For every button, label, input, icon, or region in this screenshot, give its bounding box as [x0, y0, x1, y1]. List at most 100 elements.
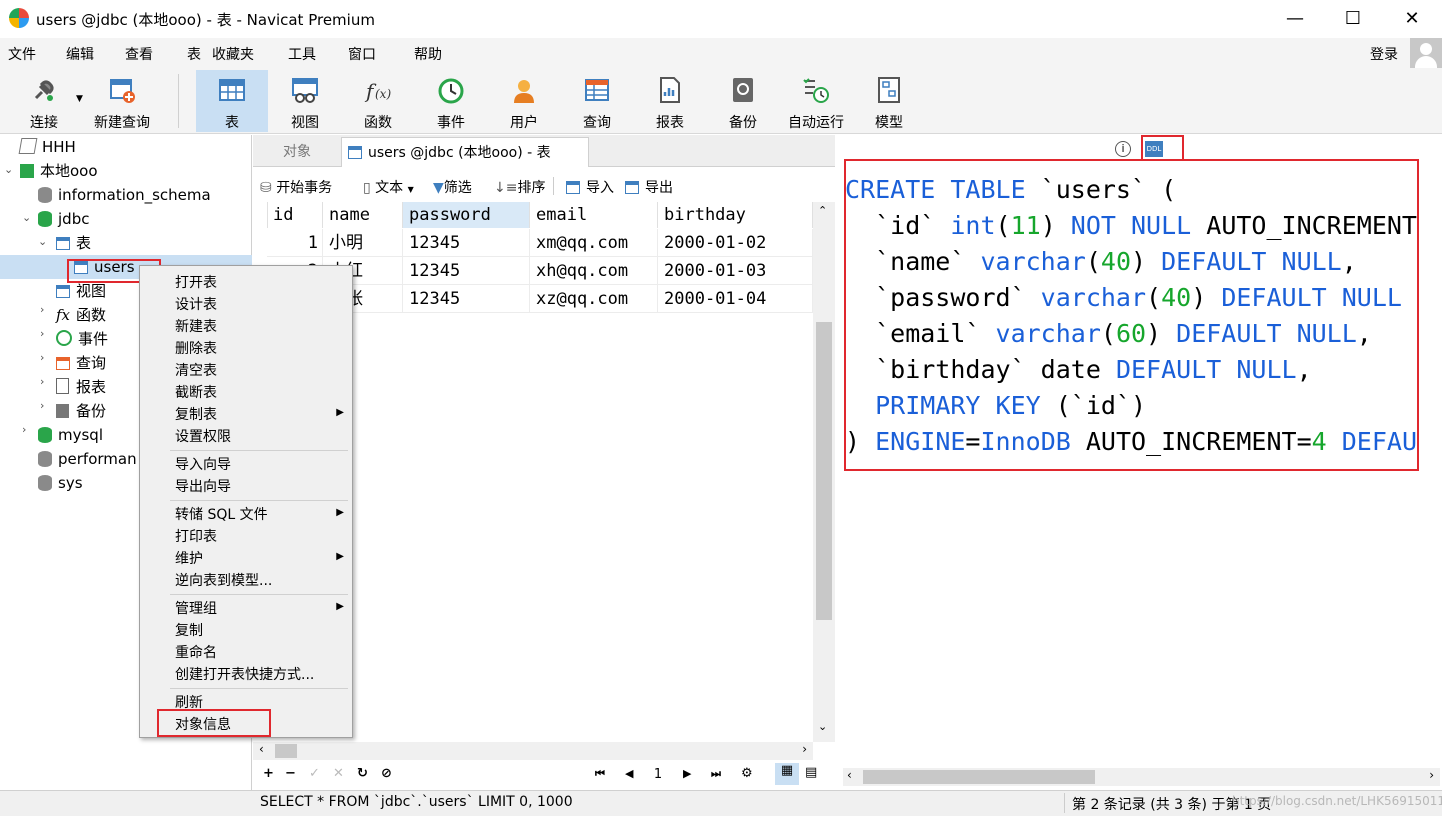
scroll-down-icon[interactable]: ⌄: [818, 720, 827, 733]
grid-view-icon[interactable]: ▦: [775, 763, 799, 785]
scroll-thumb[interactable]: [275, 744, 297, 758]
ctx-delete-table[interactable]: 删除表: [175, 338, 217, 360]
tab-users-table[interactable]: users @jdbc (本地ooo) - 表: [341, 137, 589, 167]
export-button[interactable]: 导出: [625, 177, 673, 197]
toolbar-backup-button[interactable]: 备份: [707, 70, 779, 132]
login-link[interactable]: 登录: [1370, 44, 1398, 64]
page-number-input[interactable]: 1: [645, 765, 671, 785]
table-cell[interactable]: xz@qq.com: [530, 285, 658, 313]
column-header-id[interactable]: id: [267, 202, 323, 228]
toolbar-model-button[interactable]: 模型: [853, 70, 925, 132]
toolbar-user-button[interactable]: 用户: [488, 70, 560, 132]
filter-button[interactable]: ▼筛选: [433, 177, 472, 197]
tree-node-local[interactable]: 本地ooo: [20, 159, 98, 183]
collapse-chevron-icon[interactable]: ⌄: [22, 211, 34, 224]
ctx-create-shortcut[interactable]: 创建打开表快捷方式...: [175, 664, 314, 686]
ctx-rename[interactable]: 重命名: [175, 642, 217, 664]
toolbar-automation-button[interactable]: 自动运行: [780, 70, 852, 132]
expand-chevron-icon[interactable]: ›: [40, 327, 52, 340]
scroll-right-icon[interactable]: ›: [802, 742, 807, 756]
ctx-design-table[interactable]: 设计表: [175, 294, 217, 316]
menu-edit[interactable]: 编辑: [66, 44, 94, 64]
toolbar-function-button[interactable]: f (x) 函数: [342, 70, 414, 132]
ctx-duplicate-table[interactable]: 复制表: [175, 404, 217, 426]
connect-dropdown-icon[interactable]: ▼: [76, 94, 83, 104]
ctx-copy[interactable]: 复制: [175, 620, 203, 642]
menu-tools[interactable]: 工具: [288, 44, 316, 64]
tree-node-backups[interactable]: 备份: [56, 399, 106, 423]
tree-node-tables[interactable]: 表: [56, 231, 91, 255]
stop-icon[interactable]: ⊘: [381, 766, 392, 781]
apply-icon[interactable]: ✓: [309, 766, 320, 781]
info-icon[interactable]: i: [1115, 141, 1131, 157]
close-button[interactable]: ✕: [1383, 0, 1441, 38]
table-cell[interactable]: 2000-01-03: [658, 257, 813, 285]
ctx-export-wizard[interactable]: 导出向导: [175, 476, 231, 498]
ctx-new-table[interactable]: 新建表: [175, 316, 217, 338]
menu-favorites[interactable]: 收藏夹: [212, 44, 254, 64]
ctx-maintain[interactable]: 维护: [175, 548, 203, 570]
ctx-print-table[interactable]: 打印表: [175, 526, 217, 548]
maximize-button[interactable]: ☐: [1324, 0, 1382, 38]
column-header-name[interactable]: name: [323, 202, 403, 228]
last-page-icon[interactable]: ⏭: [711, 767, 721, 781]
settings-gear-icon[interactable]: ⚙: [741, 766, 753, 781]
menu-table[interactable]: 表: [187, 44, 201, 64]
begin-transaction-button[interactable]: ⛁ 开始事务: [260, 177, 332, 197]
sort-button[interactable]: ↓≡排序: [494, 177, 545, 197]
expand-chevron-icon[interactable]: ›: [40, 351, 52, 364]
avatar[interactable]: [1410, 38, 1442, 68]
table-cell[interactable]: 1: [267, 229, 323, 257]
first-page-icon[interactable]: ⏮: [595, 767, 605, 781]
connect-button[interactable]: 连接: [8, 70, 80, 132]
expand-chevron-icon[interactable]: ›: [40, 303, 52, 316]
menu-view[interactable]: 查看: [125, 44, 153, 64]
delete-row-icon[interactable]: −: [285, 766, 296, 781]
add-row-icon[interactable]: +: [263, 766, 274, 781]
tab-objects[interactable]: 对象: [253, 137, 341, 167]
table-cell[interactable]: 12345: [403, 229, 530, 257]
tree-node-jdbc[interactable]: jdbc: [38, 207, 89, 231]
table-cell[interactable]: xm@qq.com: [530, 229, 658, 257]
scroll-left-icon[interactable]: ‹: [259, 742, 264, 756]
grid-horizontal-scrollbar[interactable]: ‹ ›: [253, 742, 813, 760]
discard-icon[interactable]: ✕: [333, 766, 344, 781]
column-header-password[interactable]: password: [403, 202, 530, 228]
toolbar-view-button[interactable]: 视图: [269, 70, 341, 132]
table-cell[interactable]: 小明: [323, 229, 403, 257]
toolbar-event-button[interactable]: 事件: [415, 70, 487, 132]
collapse-chevron-icon[interactable]: ⌄: [4, 163, 16, 176]
refresh-icon[interactable]: ↻: [357, 766, 368, 781]
ctx-truncate-table[interactable]: 截断表: [175, 382, 217, 404]
table-cell[interactable]: 12345: [403, 257, 530, 285]
menu-help[interactable]: 帮助: [414, 44, 442, 64]
ctx-set-permissions[interactable]: 设置权限: [175, 426, 231, 448]
tree-node-reports[interactable]: 报表: [56, 375, 106, 399]
prev-page-icon[interactable]: ◀: [625, 767, 633, 780]
expand-chevron-icon[interactable]: ›: [40, 399, 52, 412]
table-cell[interactable]: 2000-01-02: [658, 229, 813, 257]
import-button[interactable]: 导入: [566, 177, 614, 197]
ctx-dump-sql[interactable]: 转储 SQL 文件: [175, 504, 268, 526]
tree-node-sys[interactable]: sys: [38, 471, 83, 495]
tree-node-mysql[interactable]: mysql: [38, 423, 103, 447]
toolbar-report-button[interactable]: 报表: [634, 70, 706, 132]
tree-node-events[interactable]: 事件: [56, 327, 108, 351]
toolbar-table-button[interactable]: 表: [196, 70, 268, 132]
grid-vertical-scrollbar[interactable]: ⌃ ⌄: [813, 202, 835, 742]
tree-node-queries[interactable]: 查询: [56, 351, 106, 375]
tree-node-functions[interactable]: fx 函数: [56, 303, 106, 327]
text-button[interactable]: ▯ 文本 ▼: [363, 177, 414, 197]
new-query-button[interactable]: 新建查询: [86, 70, 158, 132]
scroll-thumb[interactable]: [863, 770, 1095, 784]
scroll-thumb[interactable]: [816, 322, 832, 620]
scroll-right-icon[interactable]: ›: [1429, 768, 1434, 782]
collapse-chevron-icon[interactable]: ⌄: [38, 235, 50, 248]
table-cell[interactable]: 12345: [403, 285, 530, 313]
ctx-manage-group[interactable]: 管理组: [175, 598, 217, 620]
next-page-icon[interactable]: ▶: [683, 767, 691, 780]
toolbar-query-button[interactable]: 查询: [561, 70, 633, 132]
ctx-import-wizard[interactable]: 导入向导: [175, 454, 231, 476]
tree-node-information-schema[interactable]: information_schema: [38, 183, 211, 207]
expand-chevron-icon[interactable]: ›: [22, 423, 34, 436]
